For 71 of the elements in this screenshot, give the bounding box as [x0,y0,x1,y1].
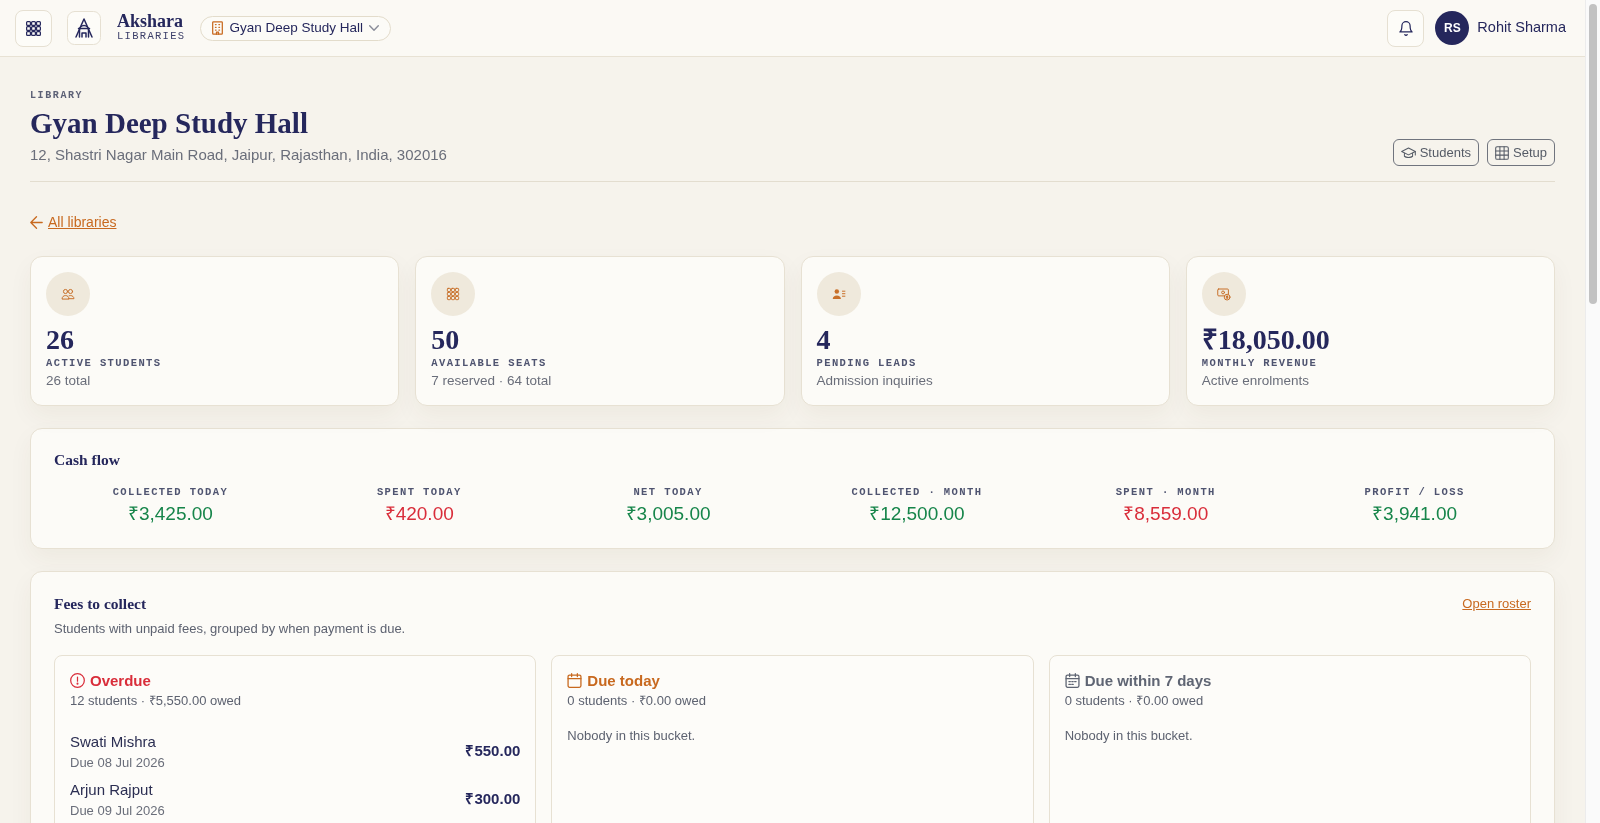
graduation-cap-icon [1400,147,1416,158]
cash-flow-amount: ₹420.00 [383,501,455,526]
cash-flow-amount: ₹12,500.00 [868,501,966,526]
bucket-summary: 0 students · ₹0.00 owed [567,691,707,710]
cash-flow-label: SPENT TODAY [375,484,463,499]
cash-flow-label: COLLECTED TODAY [111,484,230,499]
student-name: Swati Mishra [70,731,157,752]
cash-flow-amount: ₹3,941.00 [1371,501,1459,526]
users-icon [46,271,90,316]
page-title: Gyan Deep Study Hall [30,106,309,140]
stat-value: 26 [46,323,75,356]
cash-flow-label: PROFIT / LOSS [1363,484,1466,499]
stat-label: MONTHLY REVENUE [1201,355,1319,370]
stat-label: PENDING LEADS [816,355,918,370]
cash-flow-amount: ₹3,005.00 [624,501,712,526]
stat-note: Admission inquiries [816,371,934,390]
empty-note: Nobody in this bucket. [1064,726,1194,745]
scrollbar-thumb[interactable] [1589,4,1597,304]
user-avatar[interactable]: RS [1435,11,1470,45]
cash-flow-amount: ₹3,425.00 [126,501,214,526]
cash-flow-label: NET TODAY [632,484,704,499]
bell-icon [1398,20,1413,36]
section-eyebrow: LIBRARY [30,89,85,103]
apps-grid-icon [26,20,41,36]
student-name: Arjun Rajput [70,779,154,800]
due-date: Due 09 Jul 2026 [70,801,165,820]
bucket-title: Due within 7 days [1084,670,1212,691]
calendar-icon [567,673,583,688]
bucket-title: Overdue [90,670,151,691]
section-title: Fees to collect [54,593,147,614]
amount-owed: ₹300.00 [465,789,521,810]
stat-value: 4 [816,323,832,356]
banknote-coin-icon [1201,271,1246,316]
stat-label: AVAILABLE SEATS [431,355,548,370]
logo-icon [67,11,101,45]
cash-flow-label: COLLECTED · MONTH [850,484,984,499]
bucket-title: Due today [587,670,660,691]
table-grid-icon [1495,145,1509,160]
stat-value: 50 [431,323,461,356]
stat-note: 7 reserved · 64 total [431,371,553,390]
library-address: 12, Shastri Nagar Main Road, Jaipur, Rajasthan, India, 302016 [30,145,447,165]
cash-flow-amount: ₹8,559.00 [1122,501,1210,526]
brand-tagline: LIBRARIES [117,30,186,43]
library-selector[interactable]: Gyan Deep Study Hall [200,15,391,41]
notifications-button[interactable] [1387,9,1425,47]
stat-label: ACTIVE STUDENTS [46,355,163,370]
arrow-left-icon [30,215,43,229]
calendar-icon [1064,673,1080,688]
alert-circle-icon [70,673,85,688]
due-date: Due 08 Jul 2026 [70,753,165,772]
building-icon [212,21,224,35]
seat-grid-icon [431,271,476,316]
stat-note: Active enrolments [1201,371,1311,390]
all-libraries-link[interactable]: All libraries [30,212,117,232]
contact-list-icon [816,271,861,316]
empty-note: Nobody in this bucket. [567,726,697,745]
brand-name: Akshara [117,13,184,30]
setup-button[interactable]: Setup [1487,139,1555,166]
amount-owed: ₹550.00 [465,741,521,762]
section-subtitle: Students with unpaid fees, grouped by when payment is due. [54,619,407,638]
stat-note: 26 total [46,371,92,390]
cash-flow-label: SPENT · MONTH [1114,484,1217,499]
students-button[interactable]: Students [1392,139,1479,166]
user-name: Rohit Sharma [1477,18,1566,38]
open-roster-link[interactable]: Open roster [1462,593,1531,614]
bucket-summary: 0 students · ₹0.00 owed [1064,691,1205,710]
stat-value: ₹18,050.00 [1201,323,1331,356]
apps-menu-button[interactable] [15,9,52,47]
section-title: Cash flow [54,449,121,470]
chevron-down-icon [369,25,379,31]
bucket-summary: 12 students · ₹5,550.00 owed [70,691,243,710]
